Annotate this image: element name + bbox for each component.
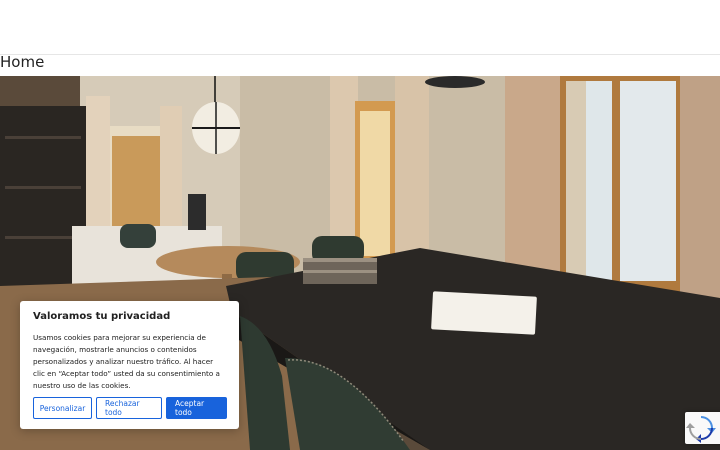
page-title: Home <box>0 53 45 71</box>
cookie-banner-title: Valoramos tu privacidad <box>33 311 171 322</box>
cookie-banner-text: Usamos cookies para mejorar su experienc… <box>33 333 220 390</box>
recaptcha-icon <box>686 416 716 443</box>
customize-button[interactable]: Personalizar <box>33 397 92 419</box>
reject-all-button[interactable]: Rechazar todo <box>96 397 162 419</box>
cookie-consent-banner: Valoramos tu privacidad Usamos cookies p… <box>20 301 239 429</box>
recaptcha-badge[interactable] <box>685 412 720 444</box>
site-header <box>0 0 720 55</box>
cookie-banner-actions: Personalizar Rechazar todo Aceptar todo <box>33 397 227 419</box>
accept-all-button[interactable]: Aceptar todo <box>166 397 227 419</box>
